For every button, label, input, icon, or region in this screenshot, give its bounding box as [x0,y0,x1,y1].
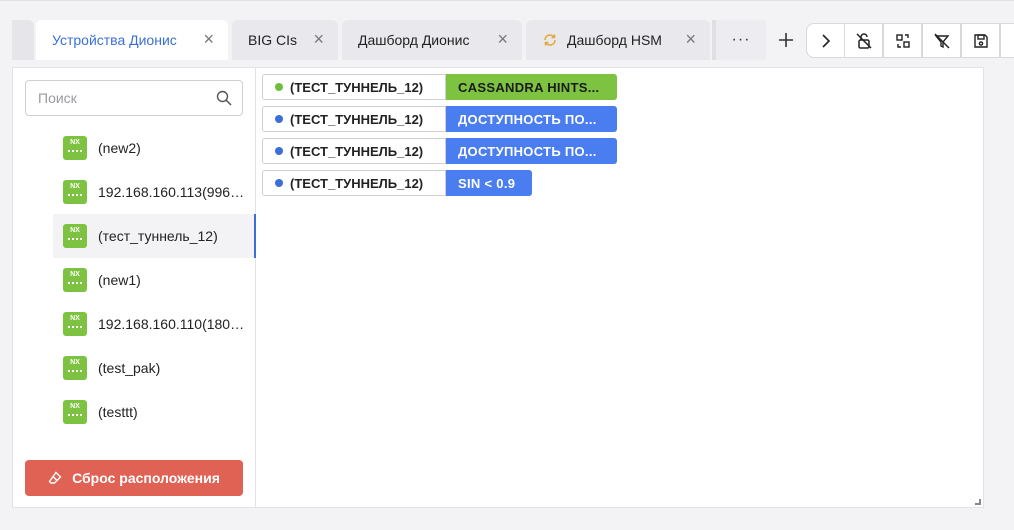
device-label: (new2) [98,140,141,156]
tab-dashboard-dionis[interactable]: Дашборд Дионис × [342,20,522,60]
alert-item[interactable]: (ТЕСТ_ТУННЕЛЬ_12) SIN < 0.9 [262,170,532,196]
nx-device-icon: NX [63,224,87,248]
device-label: (тест_туннель_12) [98,228,218,244]
device-item[interactable]: NX 192.168.160.113(9965... [53,170,256,214]
reset-layout-label: Сброс расположения [72,470,220,486]
clear-filter-button[interactable] [922,23,961,58]
alert-device-label: (ТЕСТ_ТУННЕЛЬ_12) [290,79,424,95]
device-item-selected[interactable]: NX (тест_туннель_12) [53,214,256,258]
tab-devices-dionis[interactable]: Устройства Дионис × [36,20,228,60]
device-label: (testtt) [98,404,138,420]
tab-label: Дашборд HSM [567,32,662,48]
reset-layout-button[interactable]: Сброс расположения [25,460,243,496]
next-button[interactable] [806,23,845,58]
more-icon: ··· [731,31,751,48]
eraser-icon [48,471,62,485]
device-label: 192.168.160.113(9965... [98,184,248,200]
tab-big-cis[interactable]: BIG CIs × [232,20,338,60]
tab-label: Дашборд Дионис [358,32,470,48]
nx-device-icon: NX [63,136,87,160]
nx-device-icon: NX [63,180,87,204]
nx-device-icon: NX [63,268,87,292]
tab-label: BIG CIs [248,32,298,48]
resize-handle[interactable] [975,499,981,505]
filter-off-icon [934,33,949,48]
device-label: (test_pak) [98,360,161,376]
search-icon[interactable] [216,90,232,111]
alert-device-tag: (ТЕСТ_ТУННЕЛЬ_12) [262,106,446,132]
alert-device-label: (ТЕСТ_ТУННЕЛЬ_12) [290,143,424,159]
save-button[interactable] [961,23,1000,58]
search-input[interactable] [26,81,206,115]
close-icon[interactable]: × [497,30,508,48]
save-icon [973,33,988,48]
alert-device-label: (ТЕСТ_ТУННЕЛЬ_12) [290,175,424,191]
tab-label: Устройства Дионис [52,32,177,48]
status-dot [275,179,283,187]
close-icon[interactable]: × [203,30,214,48]
alert-device-label: (ТЕСТ_ТУННЕЛЬ_12) [290,111,424,127]
alert-badge: ДОСТУПНОСТЬ ПО... [446,106,617,132]
device-label: 192.168.160.110(1800... [98,316,248,332]
status-dot [275,147,283,155]
alert-device-tag: (ТЕСТ_ТУННЕЛЬ_12) [262,170,446,196]
alert-item[interactable]: (ТЕСТ_ТУННЕЛЬ_12) ДОСТУПНОСТЬ ПО... [262,106,617,132]
alert-item[interactable]: (ТЕСТ_ТУННЕЛЬ_12) CASSANDRA HINTS... [262,74,617,100]
main-panel: NX (new2) NX 192.168.160.113(9965... NX … [12,67,984,508]
plus-icon [779,33,793,47]
close-icon[interactable]: × [685,30,696,48]
device-item[interactable]: NX (test_pak) [53,346,256,390]
alert-badge: CASSANDRA HINTS... [446,74,617,100]
alert-badge: ДОСТУПНОСТЬ ПО... [446,138,617,164]
add-tab-button[interactable] [770,23,802,57]
close-icon[interactable]: × [313,30,324,48]
device-item[interactable]: NX (new2) [53,126,256,170]
alerts-area: (ТЕСТ_ТУННЕЛЬ_12) CASSANDRA HINTS... (ТЕ… [262,74,978,500]
tab-bar: Устройства Дионис × BIG CIs × Дашборд Ди… [0,0,1014,60]
swap-button[interactable] [883,23,922,58]
alert-item[interactable]: (ТЕСТ_ТУННЕЛЬ_12) ДОСТУПНОСТЬ ПО... [262,138,617,164]
tab-dashboard-hsm[interactable]: Дашборд HSM × [526,20,710,60]
device-label: (new1) [98,272,141,288]
nx-device-icon: NX [63,356,87,380]
swap-icon [895,33,910,48]
more-tabs-button[interactable]: ··· [716,20,766,60]
device-sidebar: NX (new2) NX 192.168.160.113(9965... NX … [13,68,256,507]
unlock-layout-button[interactable] [844,23,883,58]
device-item[interactable]: NX (new1) [53,258,256,302]
device-item[interactable]: NX 192.168.160.110(1800... [53,302,256,346]
search-box[interactable] [25,80,243,116]
status-dot [275,115,283,123]
tab-overflow-left[interactable] [12,20,34,60]
alert-badge: SIN < 0.9 [446,170,532,196]
nx-device-icon: NX [63,312,87,336]
lock-off-icon [855,32,872,49]
status-dot [275,83,283,91]
alert-device-tag: (ТЕСТ_ТУННЕЛЬ_12) [262,138,446,164]
alert-device-tag: (ТЕСТ_ТУННЕЛЬ_12) [262,74,446,100]
toolbar-overflow[interactable] [1000,23,1014,58]
chevron-right-icon [821,33,830,48]
sync-icon [542,32,558,48]
nx-device-icon: NX [63,400,87,424]
device-item[interactable]: NX (testtt) [53,390,256,434]
